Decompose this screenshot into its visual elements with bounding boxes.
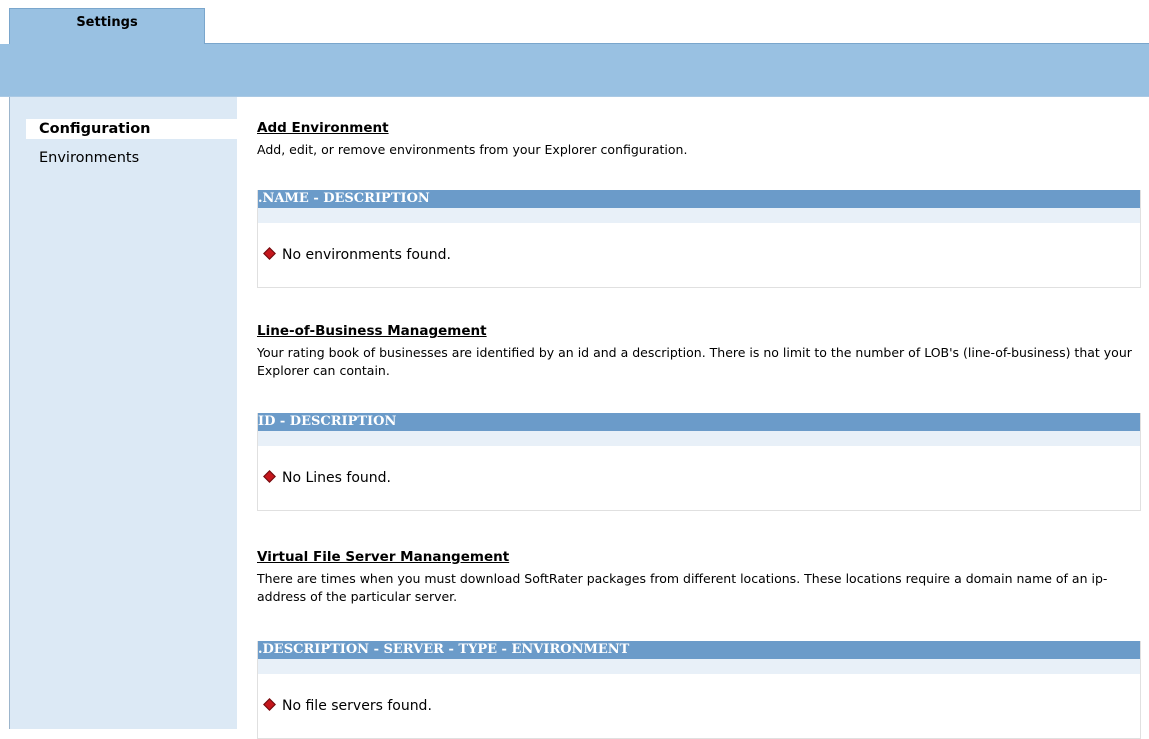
empty-message-text: No Lines found. <box>282 470 391 486</box>
red-diamond-icon <box>263 698 276 711</box>
grid-subheader <box>258 208 1140 223</box>
file-servers-grid: .DESCRIPTION - SERVER - TYPE - ENVIRONME… <box>257 641 1141 739</box>
grid-empty-row: No file servers found. <box>258 674 1140 738</box>
tab-strip: Settings <box>0 0 1149 44</box>
section-title[interactable]: Line-of-Business Management <box>257 323 487 339</box>
empty-message-text: No file servers found. <box>282 698 432 714</box>
header-banner <box>0 44 1149 96</box>
sidebar: Configuration Environments <box>9 97 246 729</box>
sidebar-item-configuration[interactable]: Configuration <box>26 119 246 139</box>
tab-settings[interactable]: Settings <box>9 8 205 44</box>
environments-grid: .NAME - DESCRIPTION No environments foun… <box>257 190 1141 288</box>
section-title[interactable]: Virtual File Server Manangement <box>257 549 509 565</box>
sidebar-item-label: Configuration <box>39 121 151 137</box>
section-description: Add, edit, or remove environments from y… <box>257 142 688 157</box>
empty-message: No file servers found. <box>262 698 432 714</box>
grid-header[interactable]: .NAME - DESCRIPTION <box>258 190 1140 208</box>
grid-empty-row: No environments found. <box>258 223 1140 287</box>
section-description: Your rating book of businesses are ident… <box>257 345 1132 378</box>
grid-empty-row: No Lines found. <box>258 446 1140 510</box>
grid-header[interactable]: ID - DESCRIPTION <box>258 413 1140 431</box>
red-diamond-icon <box>263 247 276 260</box>
sidebar-item-environments[interactable]: Environments <box>39 150 139 166</box>
red-diamond-icon <box>263 470 276 483</box>
grid-header[interactable]: .DESCRIPTION - SERVER - TYPE - ENVIRONME… <box>258 641 1140 659</box>
lines-grid: ID - DESCRIPTION No Lines found. <box>257 413 1141 511</box>
empty-message-text: No environments found. <box>282 247 451 263</box>
grid-subheader <box>258 659 1140 674</box>
section-description: There are times when you must download S… <box>257 571 1108 604</box>
empty-message: No environments found. <box>262 247 451 263</box>
section-title[interactable]: Add Environment <box>257 120 389 136</box>
empty-message: No Lines found. <box>262 470 391 486</box>
grid-subheader <box>258 431 1140 446</box>
tab-settings-label: Settings <box>76 15 138 30</box>
sidebar-item-label: Environments <box>39 150 140 166</box>
